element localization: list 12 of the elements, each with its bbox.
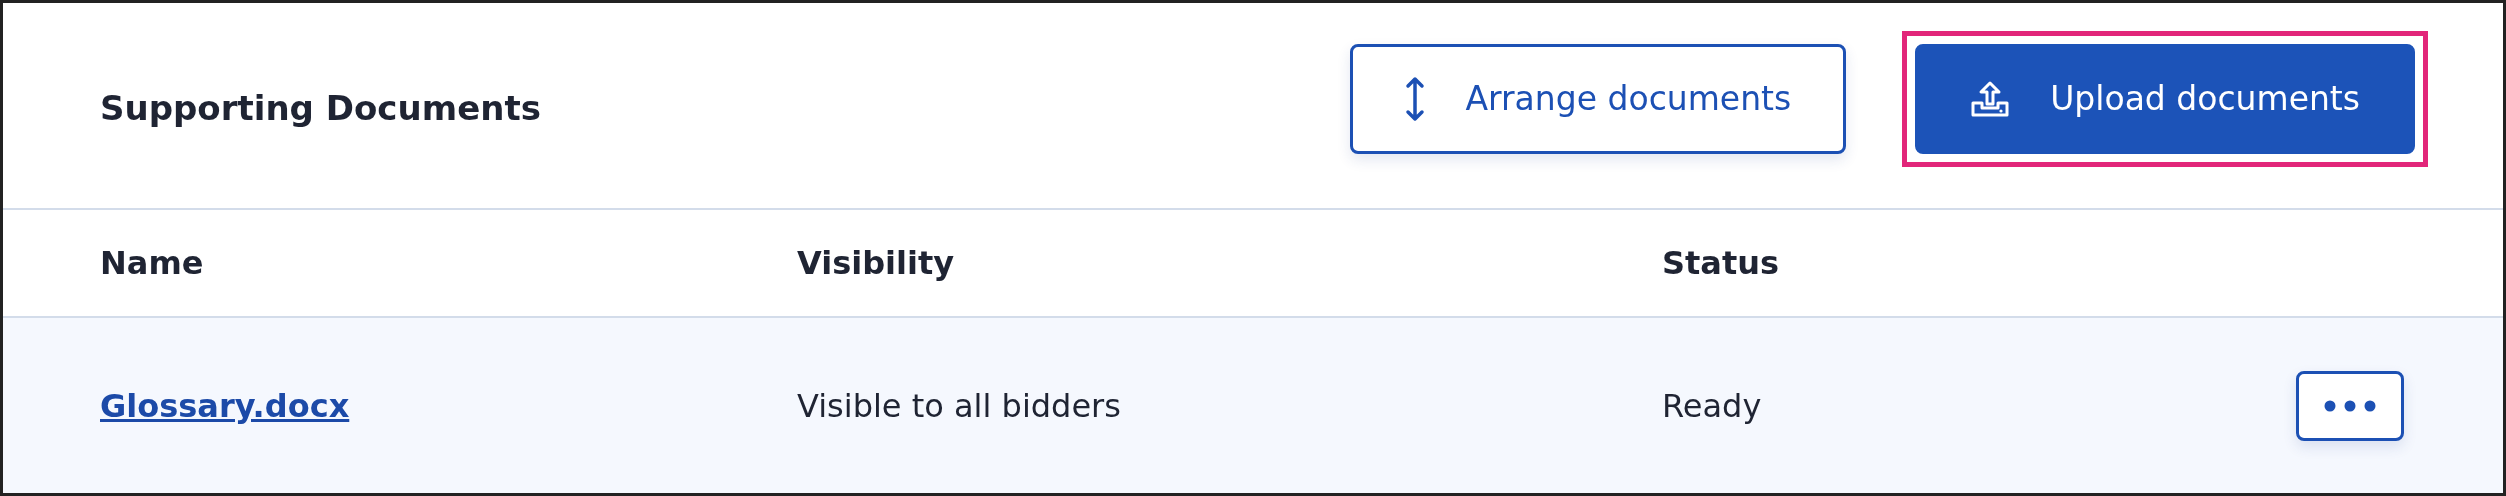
column-header: Name	[100, 244, 205, 282]
column-header: Status	[1662, 244, 1781, 282]
section-title: Supporting Documents	[100, 87, 541, 128]
up-down-arrow-icon	[1405, 75, 1426, 122]
upload-button[interactable]: Upload documents	[1915, 43, 2415, 154]
table-cell-text: Ready	[1662, 386, 1763, 425]
column-header: Visibility	[797, 244, 956, 282]
arrange-button[interactable]: Arrange documents	[1350, 43, 1847, 154]
ellipsis-icon	[2324, 399, 2376, 412]
table-cell-text: Visible to all bidders	[797, 386, 1122, 425]
more-button[interactable]	[2296, 370, 2404, 441]
file-link[interactable]: Glossary.docx	[100, 386, 350, 425]
